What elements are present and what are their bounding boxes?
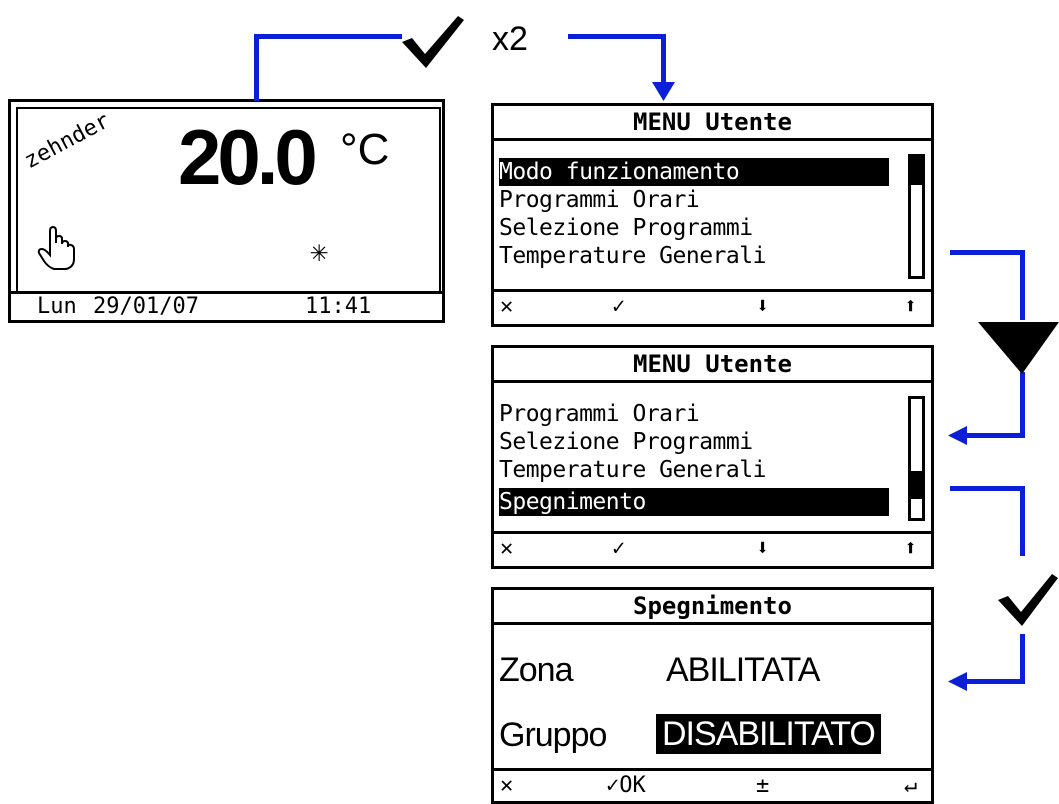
menu-item-spegnimento[interactable]: Spegnimento xyxy=(499,488,889,516)
menu-item-selezione[interactable]: Selezione Programmi xyxy=(499,428,753,456)
enter-softkey[interactable]: ↵ xyxy=(904,771,917,800)
connector-line xyxy=(962,433,1025,438)
cancel-softkey[interactable]: ✕ xyxy=(500,292,513,321)
menu-item-modo[interactable]: Modo funzionamento xyxy=(499,158,889,186)
repeat-count-label: x2 xyxy=(492,20,528,58)
day-label: Lun xyxy=(37,294,77,319)
softkey-bar: ✕ ✓OK ± ↵ xyxy=(494,768,931,801)
shutdown-title: Spegnimento xyxy=(494,590,931,625)
connector-line xyxy=(661,34,666,86)
cancel-softkey[interactable]: ✕ xyxy=(500,771,513,800)
confirm-softkey[interactable]: ✓ xyxy=(612,292,625,321)
down-softkey[interactable]: ⬇ xyxy=(756,292,769,321)
menu-item-temperature[interactable]: Temperature Generali xyxy=(499,456,766,484)
connector-line xyxy=(568,34,666,39)
menu-item-programmi[interactable]: Programmi Orari xyxy=(499,400,700,428)
home-display-frame: zehnder 20.0 °C ✳ xyxy=(16,107,441,294)
up-softkey[interactable]: ⬆ xyxy=(904,292,917,321)
zona-value[interactable]: ABILITATA xyxy=(666,650,820,690)
connector-line xyxy=(950,486,1025,491)
down-softkey[interactable]: ⬇ xyxy=(756,534,769,563)
connector-line xyxy=(962,679,1025,684)
menu-title: MENU Utente xyxy=(494,348,931,383)
scroll-thumb[interactable] xyxy=(911,157,922,185)
menu-item-temperature[interactable]: Temperature Generali xyxy=(499,242,766,270)
checkmark-icon xyxy=(998,574,1058,626)
connector-line xyxy=(1020,486,1025,556)
down-triangle-icon xyxy=(978,322,1059,374)
brand-logo: zehnder xyxy=(20,108,114,174)
menu-item-selezione[interactable]: Selezione Programmi xyxy=(499,214,753,242)
snowflake-icon: ✳ xyxy=(310,234,329,269)
cancel-softkey[interactable]: ✕ xyxy=(500,534,513,563)
menu-title: MENU Utente xyxy=(494,106,931,141)
menu-screen-1: MENU Utente Modo funzionamento Programmi… xyxy=(491,103,934,327)
temperature-unit: °C xyxy=(340,125,390,174)
connector-line xyxy=(1020,250,1025,320)
gruppo-value[interactable]: DISABILITATO xyxy=(656,714,881,754)
date-time-bar: Lun 29/01/07 11:41 xyxy=(11,291,442,320)
zona-label: Zona xyxy=(499,651,573,689)
shutdown-screen: Spegnimento Zona ABILITATA Gruppo DISABI… xyxy=(491,587,934,804)
ok-softkey[interactable]: ✓OK xyxy=(606,771,646,800)
scrollbar[interactable] xyxy=(908,154,925,279)
scroll-thumb[interactable] xyxy=(911,471,922,499)
plus-minus-softkey[interactable]: ± xyxy=(756,771,769,800)
arrowhead-icon xyxy=(948,426,967,445)
scrollbar[interactable] xyxy=(908,396,925,521)
gruppo-label: Gruppo xyxy=(499,716,607,754)
checkmark-icon xyxy=(402,16,464,68)
home-display: zehnder 20.0 °C ✳ Lun 29/01/07 11:41 xyxy=(8,99,445,323)
connector-line xyxy=(1020,372,1025,438)
connector-line xyxy=(950,250,1025,255)
menu-item-programmi[interactable]: Programmi Orari xyxy=(499,186,700,214)
confirm-softkey[interactable]: ✓ xyxy=(612,534,625,563)
arrowhead-icon xyxy=(948,672,967,691)
temperature-value: 20.0 xyxy=(178,113,318,201)
connector-line xyxy=(254,34,402,39)
hand-pointer-icon xyxy=(36,225,76,271)
date-label: 29/01/07 xyxy=(93,294,199,319)
up-softkey[interactable]: ⬆ xyxy=(904,534,917,563)
menu-screen-2: MENU Utente Programmi Orari Selezione Pr… xyxy=(491,345,934,569)
arrowhead-icon xyxy=(652,82,675,101)
softkey-bar: ✕ ✓ ⬇ ⬆ xyxy=(494,289,931,324)
connector-line xyxy=(1020,634,1025,684)
softkey-bar: ✕ ✓ ⬇ ⬆ xyxy=(494,531,931,566)
time-label: 11:41 xyxy=(305,294,372,319)
connector-line xyxy=(254,34,259,101)
